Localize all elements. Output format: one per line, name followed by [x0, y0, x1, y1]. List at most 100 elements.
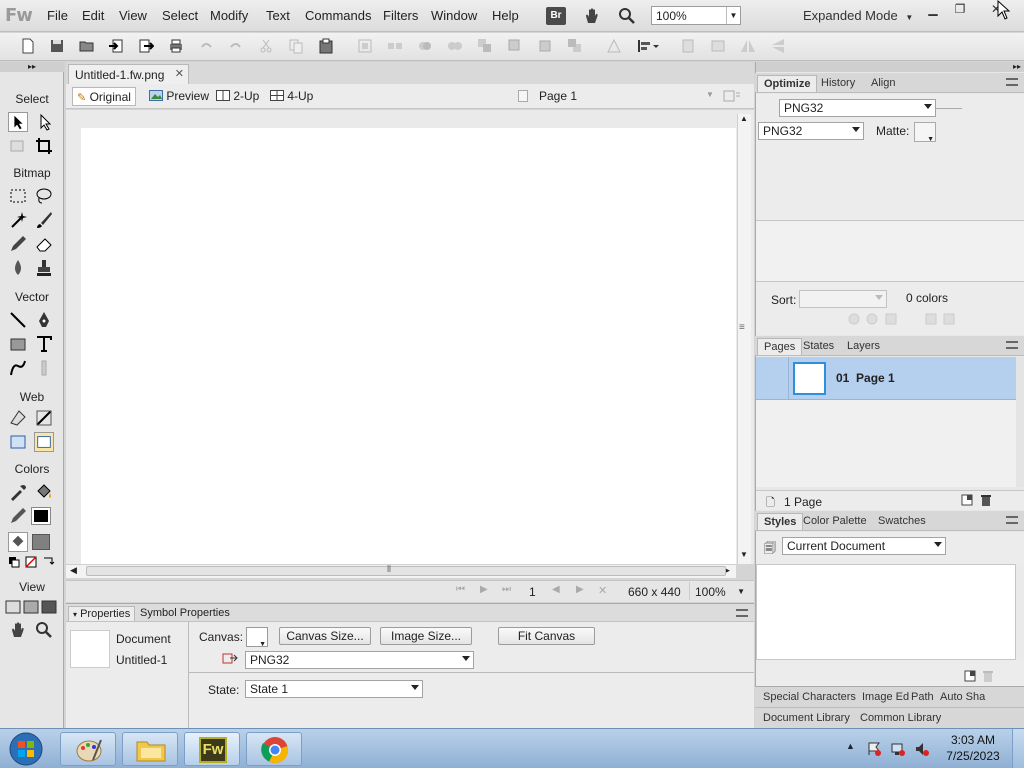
list-item[interactable]: 01 Page 1	[756, 357, 1016, 400]
tab-pages[interactable]: Pages	[757, 338, 803, 355]
brush-tool-icon[interactable]	[34, 210, 54, 230]
paint-bucket-icon[interactable]	[34, 482, 54, 502]
chevron-down-icon[interactable]: ▼	[706, 90, 714, 99]
page-selector[interactable]: Page 1	[539, 89, 577, 103]
hand-icon[interactable]	[582, 6, 602, 26]
styles-list[interactable]	[756, 564, 1016, 660]
trash-icon[interactable]	[980, 494, 992, 506]
tab-optimize[interactable]: Optimize	[757, 75, 818, 92]
color-table-tools-icons[interactable]	[846, 312, 966, 326]
taskbar-paint[interactable]	[60, 732, 116, 766]
tab-special-characters[interactable]: Special Characters	[757, 689, 862, 706]
new-document-icon[interactable]	[20, 38, 36, 54]
close-icon[interactable]: ✕	[175, 67, 184, 80]
sort-select[interactable]	[799, 290, 887, 308]
rotate-icon[interactable]	[680, 38, 696, 54]
fill-color-swatch[interactable]	[32, 534, 50, 550]
panel-menu-icon[interactable]	[1006, 341, 1018, 349]
styles-scrollbar[interactable]	[1016, 564, 1024, 660]
export-format-select[interactable]: PNG32	[245, 651, 474, 669]
menu-help[interactable]: Help	[492, 8, 519, 23]
matte-color-swatch[interactable]: ▼	[914, 122, 936, 143]
menu-filters[interactable]: Filters	[383, 8, 418, 23]
flip-vertical-icon[interactable]	[770, 38, 786, 54]
zoom-icon[interactable]	[617, 6, 637, 26]
magic-wand-icon[interactable]	[8, 210, 28, 230]
rectangle-tool-icon[interactable]	[8, 334, 28, 354]
show-desktop-button[interactable]	[1012, 729, 1024, 768]
optimize-format-select[interactable]: PNG32	[758, 122, 864, 140]
tray-expand-icon[interactable]: ▲	[846, 741, 855, 751]
knife-tool-icon[interactable]	[34, 358, 54, 378]
workspace-mode-select[interactable]: Expanded Mode ▼	[803, 8, 913, 23]
panel-menu-icon[interactable]	[736, 609, 748, 617]
bring-to-front-icon[interactable]	[477, 38, 493, 54]
view-4up-button[interactable]: 4-Up	[266, 87, 317, 106]
line-tool-icon[interactable]	[8, 310, 28, 330]
canvas-size-button[interactable]: Canvas Size...	[279, 627, 371, 645]
tab-color-palette[interactable]: Color Palette	[797, 513, 873, 530]
panel-collapse-icon[interactable]: ▸▸	[756, 62, 1024, 72]
copy-icon[interactable]	[288, 38, 304, 54]
group-icon[interactable]	[357, 38, 373, 54]
document-canvas[interactable]	[81, 128, 736, 564]
distort-icon[interactable]	[606, 38, 622, 54]
tab-history[interactable]: History	[815, 75, 861, 92]
trash-icon[interactable]	[982, 670, 994, 682]
bridge-button[interactable]: Br	[546, 7, 566, 25]
stroke-color-icon[interactable]	[8, 506, 28, 526]
freeform-tool-icon[interactable]	[8, 358, 28, 378]
text-tool-icon[interactable]	[34, 334, 54, 354]
tab-symbol-properties[interactable]: Symbol Properties	[136, 606, 234, 620]
next-frame-icon[interactable]: ▶	[576, 584, 584, 595]
menu-text[interactable]: Text	[266, 8, 290, 23]
view-2up-button[interactable]: 2-Up	[212, 87, 263, 106]
panel-collapse-icon[interactable]: ▸▸	[0, 62, 64, 72]
pointer-tool-icon[interactable]	[8, 112, 28, 132]
fit-canvas-button[interactable]: Fit Canvas	[498, 627, 595, 645]
scroll-left-icon[interactable]: ◀	[70, 565, 77, 576]
taskbar-fireworks[interactable]: Fw	[184, 732, 240, 766]
cut-icon[interactable]	[258, 38, 274, 54]
status-zoom-select[interactable]: 100% ▼	[689, 582, 747, 600]
hotspot-tool-icon[interactable]	[8, 408, 28, 428]
hide-slices-icon[interactable]	[8, 432, 28, 452]
marquee-tool-icon[interactable]	[8, 186, 28, 206]
minimize-button[interactable]: ▁	[921, 2, 945, 18]
stop-icon[interactable]: ✕	[598, 584, 607, 597]
first-frame-icon[interactable]: ⏮	[456, 584, 465, 595]
scroll-grip-icon[interactable]: ≡	[739, 322, 745, 333]
rubber-stamp-icon[interactable]	[34, 258, 54, 278]
page-options-icon[interactable]	[722, 88, 742, 104]
join-icon[interactable]	[417, 38, 433, 54]
start-button-icon[interactable]	[8, 731, 44, 767]
menu-view[interactable]: View	[119, 8, 147, 23]
pen-tool-icon[interactable]	[34, 310, 54, 330]
state-select[interactable]: State 1	[245, 680, 423, 698]
network-icon[interactable]	[890, 741, 906, 757]
blur-tool-icon[interactable]	[8, 258, 28, 278]
import-icon[interactable]	[108, 38, 124, 54]
redo-icon[interactable]	[228, 38, 244, 54]
screen-mode-icons[interactable]	[4, 598, 60, 616]
paste-icon[interactable]	[318, 38, 334, 54]
image-size-button[interactable]: Image Size...	[380, 627, 472, 645]
bring-forward-icon[interactable]	[507, 38, 523, 54]
subselection-tool-icon[interactable]	[34, 112, 54, 132]
send-backward-icon[interactable]	[537, 38, 553, 54]
panel-menu-icon[interactable]	[1006, 516, 1018, 524]
vertical-scrollbar[interactable]: ▲ ≡ ▼	[737, 114, 751, 564]
document-tab[interactable]: Untitled-1.fw.png ✕	[68, 64, 189, 84]
tab-states[interactable]: States	[797, 338, 840, 355]
align-icon[interactable]	[636, 38, 660, 54]
pages-scrollbar[interactable]	[1016, 357, 1024, 487]
play-icon[interactable]: ▶	[480, 584, 488, 595]
open-icon[interactable]	[79, 38, 95, 54]
menu-window[interactable]: Window	[431, 8, 477, 23]
rotate-ccw-icon[interactable]	[710, 38, 726, 54]
tab-layers[interactable]: Layers	[841, 338, 886, 355]
lasso-tool-icon[interactable]	[34, 186, 54, 206]
ungroup-icon[interactable]	[387, 38, 403, 54]
new-style-icon[interactable]	[964, 670, 976, 682]
panel-menu-icon[interactable]	[1006, 78, 1018, 86]
